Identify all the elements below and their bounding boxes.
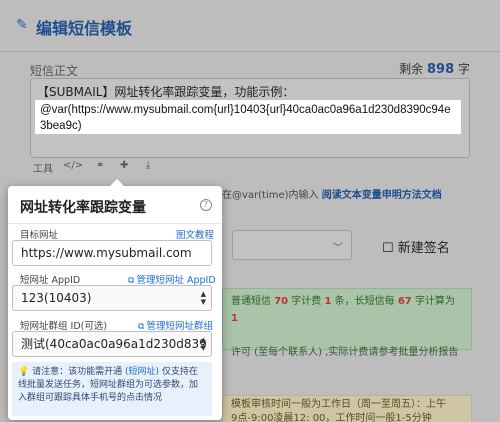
billing-number: 70 [274, 296, 289, 307]
billing-text: 条，长短信每 [334, 296, 395, 307]
target-url-input[interactable]: https://www.mysubmail.com [12, 240, 212, 266]
target-url-label: 目标网址 [20, 230, 59, 241]
notice-prefix: 请注意：该功能需开通 [32, 367, 123, 377]
link-icon[interactable]: ⚭ [93, 160, 107, 175]
group-id-value: 测试(40ca0ac0a96a1d230d839 [21, 337, 207, 351]
code-icon[interactable]: </> [63, 160, 83, 175]
new-signature-button[interactable]: ☐ 新建签名 [382, 237, 450, 256]
sms-body-label: 短信正文 [30, 64, 79, 78]
manage-group-link[interactable]: ⧉ 管理短网址群组 [138, 318, 213, 332]
popover-header: 网址转化率跟踪变量 ? [8, 186, 222, 224]
signature-select[interactable]: ﹀ [232, 230, 352, 260]
app-id-value: 123(10403) [21, 291, 92, 305]
remaining-count: 898 [427, 62, 455, 77]
popover-arrow [110, 179, 124, 186]
remaining-counter: 剩余 898 字 [399, 60, 470, 77]
select-arrows-icon: ▲ ▼ [200, 336, 206, 352]
review-line-2: 9点-9:00凌晨12: 00，工作时间一般1-5分钟 [231, 413, 432, 422]
sms-body-line: 【SUBMAIL】网址转化率跟踪变量，功能示例： [37, 85, 295, 99]
target-icon[interactable]: ✚ [117, 160, 131, 175]
new-signature-label: 新建签名 [397, 241, 450, 256]
review-line-1: 模板审核时间一般为工作日（周一至周五）：上午 [231, 399, 446, 410]
toolbar-tools-label: 工具 [33, 164, 53, 175]
billing-line-1: 普通短信 70 字计费 1 条，长短信每 67 字计算为 1 [231, 293, 463, 327]
billing-text: 字计算为 [414, 296, 455, 307]
billing-number: 1 [231, 313, 238, 324]
lightbulb-icon: 💡 [18, 367, 30, 377]
popover-title: 网址转化率跟踪变量 [20, 200, 146, 216]
insert-icon[interactable]: ⤓ [141, 160, 155, 175]
sms-body-variable-highlight[interactable]: @var(https://www.mysubmail.com{url}10403… [35, 100, 461, 134]
remaining-suffix: 字 [457, 62, 470, 76]
billing-text: 字计费 [291, 296, 322, 307]
chevron-down-icon: ﹀ [333, 243, 343, 254]
review-time-notice: 模板审核时间一般为工作日（周一至周五）：上午 9点-9:00凌晨12: 00，工… [222, 395, 472, 422]
page-header: ✎ 编辑短信模板 [0, 0, 500, 52]
variable-tip-text: 在@var(time)内输入 [222, 190, 319, 201]
editor-toolbar: 工具 </> ⚭ ✚ ⤓ [33, 160, 155, 175]
billing-notice: 普通短信 70 字计费 1 条，长短信每 67 字计算为 1 许可 (至每个联系… [222, 288, 472, 358]
select-arrows-icon: ▲ ▼ [200, 290, 206, 306]
billing-text: 普通短信 [231, 296, 271, 307]
edit-icon: ✎ [16, 17, 28, 33]
billing-line-2: 许可 (至每个联系人) ,实际计费请参考批量分析报告 [231, 347, 459, 358]
variable-tip: 在@var(time)内输入 阅读文本变量申明方法文档 [222, 186, 442, 201]
help-icon[interactable]: ? [200, 199, 212, 211]
manage-app-id-link[interactable]: ⧉ 管理短网址 AppID [128, 272, 216, 286]
edit-square-icon: ☐ [382, 241, 394, 256]
page-title: 编辑短信模板 [36, 19, 133, 38]
feature-notice: 💡 请注意：该功能需开通 (短网址) 仅支持在线批量发送任务，短网址群组为可选参… [12, 362, 212, 416]
app-id-label: 短网址 AppID [20, 275, 81, 286]
app-id-select[interactable]: 123(10403) ▲ ▼ [12, 285, 212, 311]
billing-number: 1 [324, 296, 332, 307]
sms-body-editor[interactable]: 【SUBMAIL】网址转化率跟踪变量，功能示例： @var(https://ww… [30, 78, 470, 158]
short-url-link[interactable]: (短网址) [125, 367, 159, 377]
remaining-prefix: 剩余 [399, 62, 424, 76]
group-id-label: 短网址群组 ID(可选) [20, 321, 108, 332]
billing-number: 67 [397, 296, 412, 307]
tutorial-link[interactable]: 图文教程 [176, 227, 214, 241]
variable-doc-link[interactable]: 阅读文本变量申明方法文档 [322, 190, 442, 201]
group-id-select[interactable]: 测试(40ca0ac0a96a1d230d839 ▲ ▼ [12, 331, 212, 357]
